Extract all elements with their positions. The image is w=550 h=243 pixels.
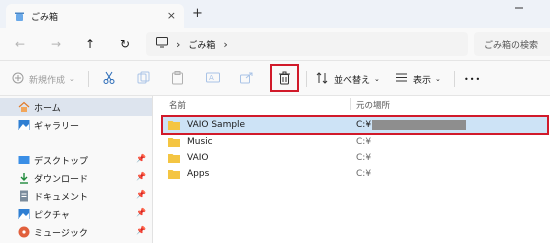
sidebar-item-pictures[interactable]: ピクチャ 📌	[0, 205, 152, 223]
rename-button[interactable]: A	[206, 70, 220, 88]
column-divider[interactable]	[350, 98, 351, 110]
pin-icon[interactable]: 📌	[136, 226, 146, 235]
copy-button[interactable]	[137, 70, 150, 88]
share-button[interactable]	[240, 70, 254, 88]
paste-icon	[171, 70, 184, 88]
view-button[interactable]: 表示 ⌄	[395, 70, 441, 88]
pin-icon[interactable]: 📌	[136, 154, 146, 163]
sidebar-item-label: ホーム	[34, 103, 61, 114]
sidebar-item-documents[interactable]: ドキュメント 📌	[0, 187, 152, 205]
breadcrumb-separator[interactable]: ›	[223, 38, 227, 51]
plus-icon	[12, 72, 24, 87]
sidebar-item-gallery[interactable]: ギャラリー	[0, 116, 152, 134]
title-bar: ごみ箱 × +	[0, 0, 550, 28]
back-button[interactable]: ←	[12, 36, 28, 52]
download-icon	[18, 172, 30, 184]
item-name: Music	[187, 137, 213, 147]
navigation-pane: ホーム ギャラリー デスクトップ 📌 ダウンロード 📌 ドキュメント 📌 ピクチ…	[0, 96, 152, 243]
sidebar-item-label: ギャラリー	[34, 121, 80, 132]
sort-icon	[316, 71, 329, 87]
item-location: C:¥	[356, 153, 372, 163]
view-label: 表示	[413, 75, 432, 86]
breadcrumb-recycle-bin[interactable]: ごみ箱	[188, 38, 215, 51]
svg-text:A: A	[209, 74, 214, 82]
address-bar[interactable]: › ごみ箱 ›	[146, 32, 468, 56]
music-icon	[18, 226, 30, 238]
view-icon	[395, 72, 408, 86]
item-name: Apps	[187, 169, 210, 179]
sidebar-item-label: ドキュメント	[34, 192, 89, 203]
pin-icon[interactable]: 📌	[136, 172, 146, 181]
sidebar-item-label: ミュージック	[34, 228, 88, 239]
chevron-down-icon: ⌄	[435, 75, 441, 83]
copy-icon	[137, 71, 150, 87]
list-item[interactable]: Apps C:¥	[162, 166, 548, 183]
search-input[interactable]: ごみ箱の検索	[474, 32, 550, 56]
sidebar-item-label: ピクチャ	[34, 210, 70, 221]
sidebar-item-home[interactable]: ホーム	[0, 98, 152, 116]
toolbar-divider	[454, 71, 455, 87]
minimize-icon	[515, 7, 523, 9]
sort-label: 並べ替え	[334, 75, 371, 86]
highlight-box-selected-row	[161, 115, 549, 135]
breadcrumb-separator: ›	[176, 37, 181, 51]
highlight-box-delete	[270, 64, 299, 92]
sidebar-item-label: デスクトップ	[34, 156, 89, 167]
monitor-icon	[156, 37, 168, 51]
folder-icon	[168, 137, 180, 147]
item-location: C:¥	[356, 137, 372, 147]
forward-button[interactable]: →	[48, 36, 64, 52]
list-item[interactable]: VAIO C:¥	[162, 150, 548, 167]
column-header-original-location[interactable]: 元の場所	[356, 99, 390, 111]
toolbar-divider	[88, 71, 89, 87]
pictures-icon	[18, 208, 30, 220]
chevron-down-icon: ⌄	[69, 75, 75, 83]
list-item[interactable]: Music C:¥	[162, 134, 548, 151]
cut-icon	[102, 71, 116, 88]
column-header-name[interactable]: 名前	[169, 99, 186, 111]
rename-icon: A	[206, 71, 220, 87]
new-label: 新規作成	[29, 75, 66, 86]
search-placeholder: ごみ箱の検索	[484, 40, 539, 51]
folder-icon	[168, 153, 180, 163]
chevron-down-icon: ⌄	[374, 75, 380, 83]
minimize-button[interactable]	[514, 3, 524, 16]
pin-icon[interactable]: 📌	[136, 190, 146, 199]
address-row: ← → ↑ ↻ › ごみ箱 › ごみ箱の検索	[0, 28, 550, 60]
toolbar-divider	[306, 71, 307, 87]
desktop-icon	[18, 154, 30, 166]
more-options-button[interactable]: •••	[464, 70, 481, 88]
document-icon	[18, 190, 30, 202]
folder-icon	[168, 169, 180, 179]
tab-recycle-bin[interactable]: ごみ箱 ×	[6, 4, 184, 28]
item-name: VAIO	[187, 153, 209, 163]
up-button[interactable]: ↑	[82, 36, 98, 52]
home-icon	[18, 101, 30, 113]
sidebar-item-downloads[interactable]: ダウンロード 📌	[0, 169, 152, 187]
sort-button[interactable]: 並べ替え ⌄	[316, 70, 380, 88]
new-button[interactable]: 新規作成 ⌄	[12, 70, 75, 88]
sidebar-item-desktop[interactable]: デスクトップ 📌	[0, 151, 152, 169]
close-tab-button[interactable]: ×	[167, 9, 176, 22]
pin-icon[interactable]: 📌	[136, 208, 146, 217]
paste-button[interactable]	[171, 70, 184, 88]
share-icon	[240, 71, 254, 87]
gallery-icon	[18, 119, 30, 131]
refresh-button[interactable]: ↻	[117, 36, 133, 52]
recycle-bin-icon	[14, 11, 25, 22]
sidebar-item-label: ダウンロード	[34, 174, 89, 185]
new-tab-button[interactable]: +	[192, 6, 203, 21]
sidebar-item-music[interactable]: ミュージック 📌	[0, 223, 152, 241]
tab-title: ごみ箱	[31, 12, 59, 23]
item-location: C:¥	[356, 169, 372, 179]
cut-button[interactable]	[102, 70, 116, 88]
